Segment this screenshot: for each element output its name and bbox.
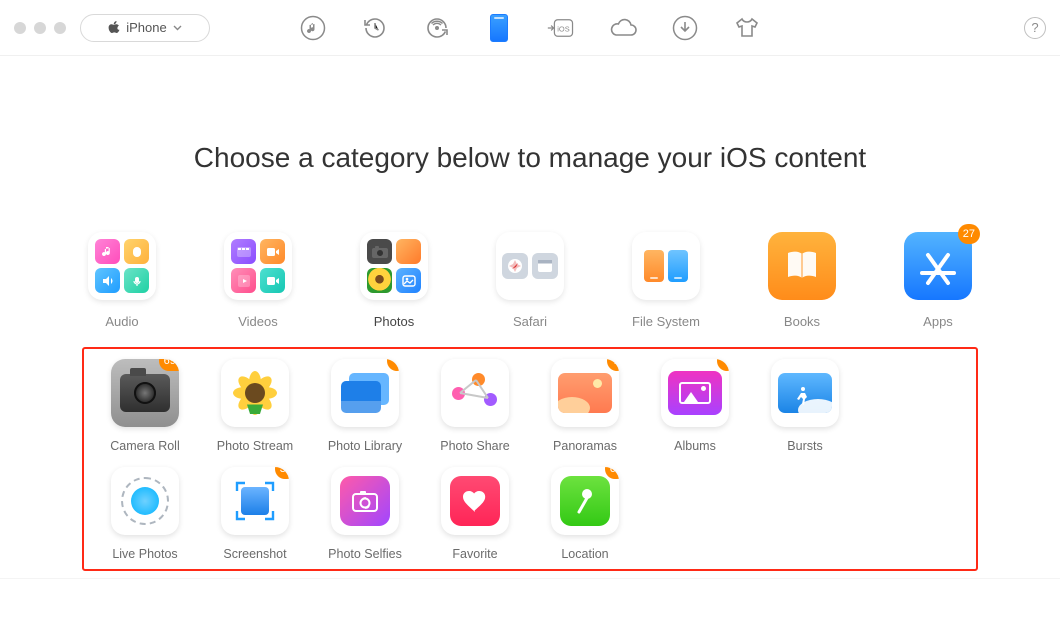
minimize-window-button[interactable] [34,22,46,34]
fullscreen-window-button[interactable] [54,22,66,34]
footer-divider [0,578,1060,579]
to-ios-icon[interactable]: iOS [547,14,575,42]
sub-location-label: Location [561,547,608,561]
close-window-button[interactable] [14,22,26,34]
skin-icon[interactable] [733,14,761,42]
sub-location[interactable]: 60 Location [530,467,640,561]
category-videos[interactable]: Videos [218,232,298,329]
category-apps[interactable]: 27 Apps [898,232,978,329]
photo-library-badge: 5 [387,359,399,371]
download-icon[interactable] [671,14,699,42]
category-file-system[interactable]: File System [626,232,706,329]
albums-badge: 6 [717,359,729,371]
sub-bursts[interactable]: Bursts [750,359,860,453]
sub-bursts-label: Bursts [787,439,822,453]
wifi-transfer-icon[interactable] [423,14,451,42]
device-selector[interactable]: iPhone [80,14,210,42]
help-button[interactable]: ? [1024,17,1046,39]
category-books[interactable]: Books [762,232,842,329]
category-photos-label: Photos [374,314,414,329]
sub-panoramas-label: Panoramas [553,439,617,453]
category-safari[interactable]: Safari [490,232,570,329]
camera-roll-badge: 693 [159,359,179,371]
panoramas-badge: 2 [607,359,619,371]
titlebar: iPhone iOS ? [0,0,1060,56]
sub-favorite-label: Favorite [452,547,497,561]
phone-device-icon[interactable] [485,14,513,42]
sub-albums-label: Albums [674,439,716,453]
svg-text:iOS: iOS [557,24,569,33]
sub-camera-roll-label: Camera Roll [110,439,179,453]
page-title: Choose a category below to manage your i… [0,142,1060,174]
category-books-label: Books [784,314,820,329]
chevron-down-icon [173,25,182,31]
sub-photo-stream-label: Photo Stream [217,439,293,453]
sub-favorite[interactable]: Favorite [420,467,530,561]
category-audio[interactable]: Audio [82,232,162,329]
category-safari-label: Safari [513,314,547,329]
screenshot-badge: 34 [275,467,289,479]
category-videos-label: Videos [238,314,278,329]
category-apps-label: Apps [923,314,953,329]
icloud-icon[interactable] [609,14,637,42]
backup-history-icon[interactable] [361,14,389,42]
sub-photo-selfies-label: Photo Selfies [328,547,402,561]
window-controls [14,22,66,34]
category-file-system-label: File System [632,314,700,329]
category-photos[interactable]: Photos [354,232,434,329]
device-name: iPhone [126,20,166,35]
music-icon[interactable] [299,14,327,42]
sub-photo-selfies[interactable]: Photo Selfies [310,467,420,561]
sub-screenshot-label: Screenshot [223,547,286,561]
sub-screenshot[interactable]: 34 Screenshot [200,467,310,561]
sub-albums[interactable]: 6 Albums [640,359,750,453]
photos-subcategories-panel: 693 Camera Roll [82,347,978,571]
help-label: ? [1031,20,1038,35]
sub-panoramas[interactable]: 2 Panoramas [530,359,640,453]
category-row: Audio Videos [0,232,1060,329]
apple-icon [108,21,120,35]
location-badge: 60 [605,467,619,479]
category-audio-label: Audio [105,314,138,329]
main-content: Choose a category below to manage your i… [0,56,1060,571]
sub-camera-roll[interactable]: 693 Camera Roll [90,359,200,453]
toolbar-center: iOS [299,14,761,42]
sub-photo-stream[interactable]: Photo Stream [200,359,310,453]
sub-photo-share-label: Photo Share [440,439,510,453]
sub-photo-share[interactable]: Photo Share [420,359,530,453]
sub-live-photos[interactable]: Live Photos [90,467,200,561]
sub-photo-library-label: Photo Library [328,439,402,453]
sub-live-photos-label: Live Photos [112,547,177,561]
sub-photo-library[interactable]: 5 Photo Library [310,359,420,453]
apps-badge: 27 [958,224,980,244]
